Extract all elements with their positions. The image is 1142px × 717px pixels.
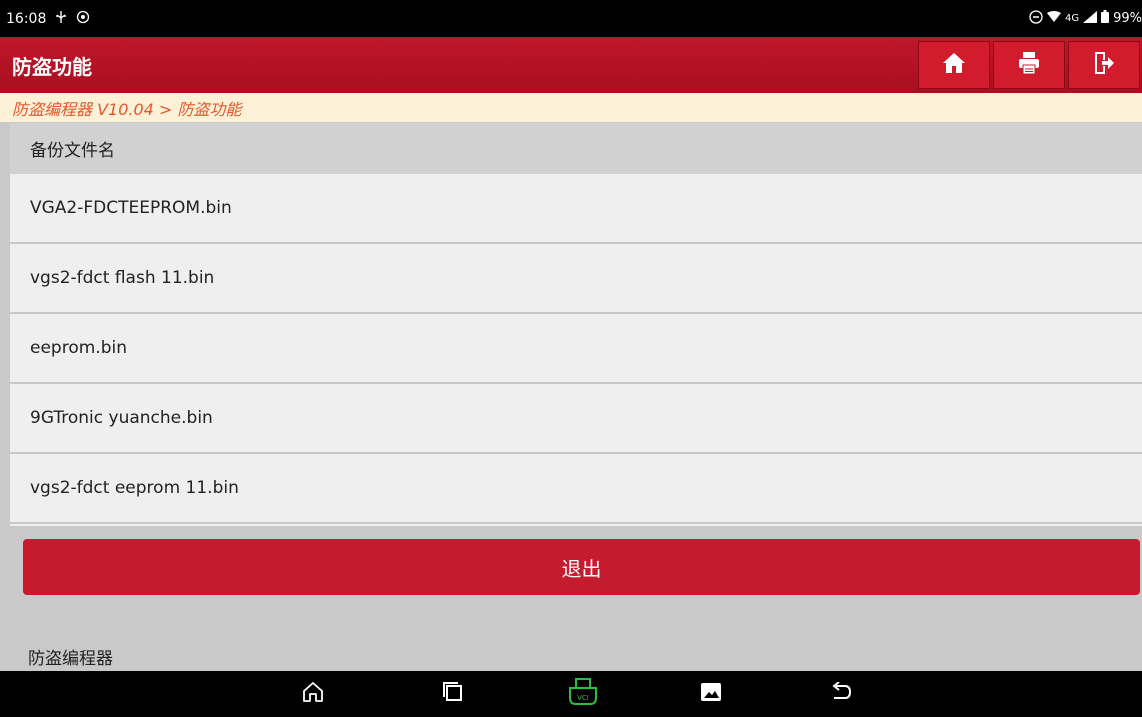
app-header: 防盗功能 [0,37,1142,93]
nav-home-button[interactable] [298,679,328,709]
list-item[interactable]: vgs2-fdct eeprom 11.bin [10,454,1142,524]
breadcrumb: 防盗编程器 V10.04 > 防盗功能 [0,93,1142,122]
print-icon [1017,51,1041,79]
list-item[interactable]: eeprom.bin [10,314,1142,384]
list-header: 备份文件名 [10,123,1142,174]
nav-back-button[interactable] [826,679,856,709]
list-item[interactable]: vgs2-fdct flash 11.bin [10,244,1142,314]
page-title: 防盗功能 [12,54,92,79]
gallery-icon [700,682,722,706]
recent-apps-icon [442,681,464,707]
settings-cog-icon [76,10,90,28]
home-icon [302,681,324,707]
wifi-icon [1046,10,1061,27]
nav-gallery-button[interactable] [696,679,726,709]
nav-bar: VCI [0,671,1142,717]
vci-icon: VCI [567,678,599,710]
exit-icon [1093,51,1115,79]
footer-panel [10,600,1142,671]
home-button[interactable] [918,41,990,89]
list-item[interactable]: VGA2-FDCTEEPROM.bin [10,174,1142,244]
battery-icon [1101,10,1110,27]
list-item[interactable]: 9GTronic yuanche.bin [10,384,1142,454]
nav-recent-apps-button[interactable] [438,679,468,709]
status-time: 16:08 [6,10,47,27]
print-button[interactable] [993,41,1065,89]
back-icon [830,681,852,706]
dnd-icon [1029,9,1043,28]
home-icon [942,52,966,78]
network-type: 4G [1064,13,1080,24]
signal-icon [1083,10,1098,27]
battery-level: 99% [1113,11,1142,26]
exit-app-button[interactable] [1068,41,1140,89]
usb-icon [54,10,68,28]
exit-button[interactable]: 退出 [23,539,1140,595]
status-bar: 16:08 4G 99% [0,0,1142,37]
backup-file-list: VGA2-FDCTEEPROM.bin vgs2-fdct flash 11.b… [10,174,1142,526]
footer-label: 防盗编程器 [28,649,113,669]
vci-label: VCI [577,694,589,702]
nav-vci-button[interactable]: VCI [566,678,600,710]
